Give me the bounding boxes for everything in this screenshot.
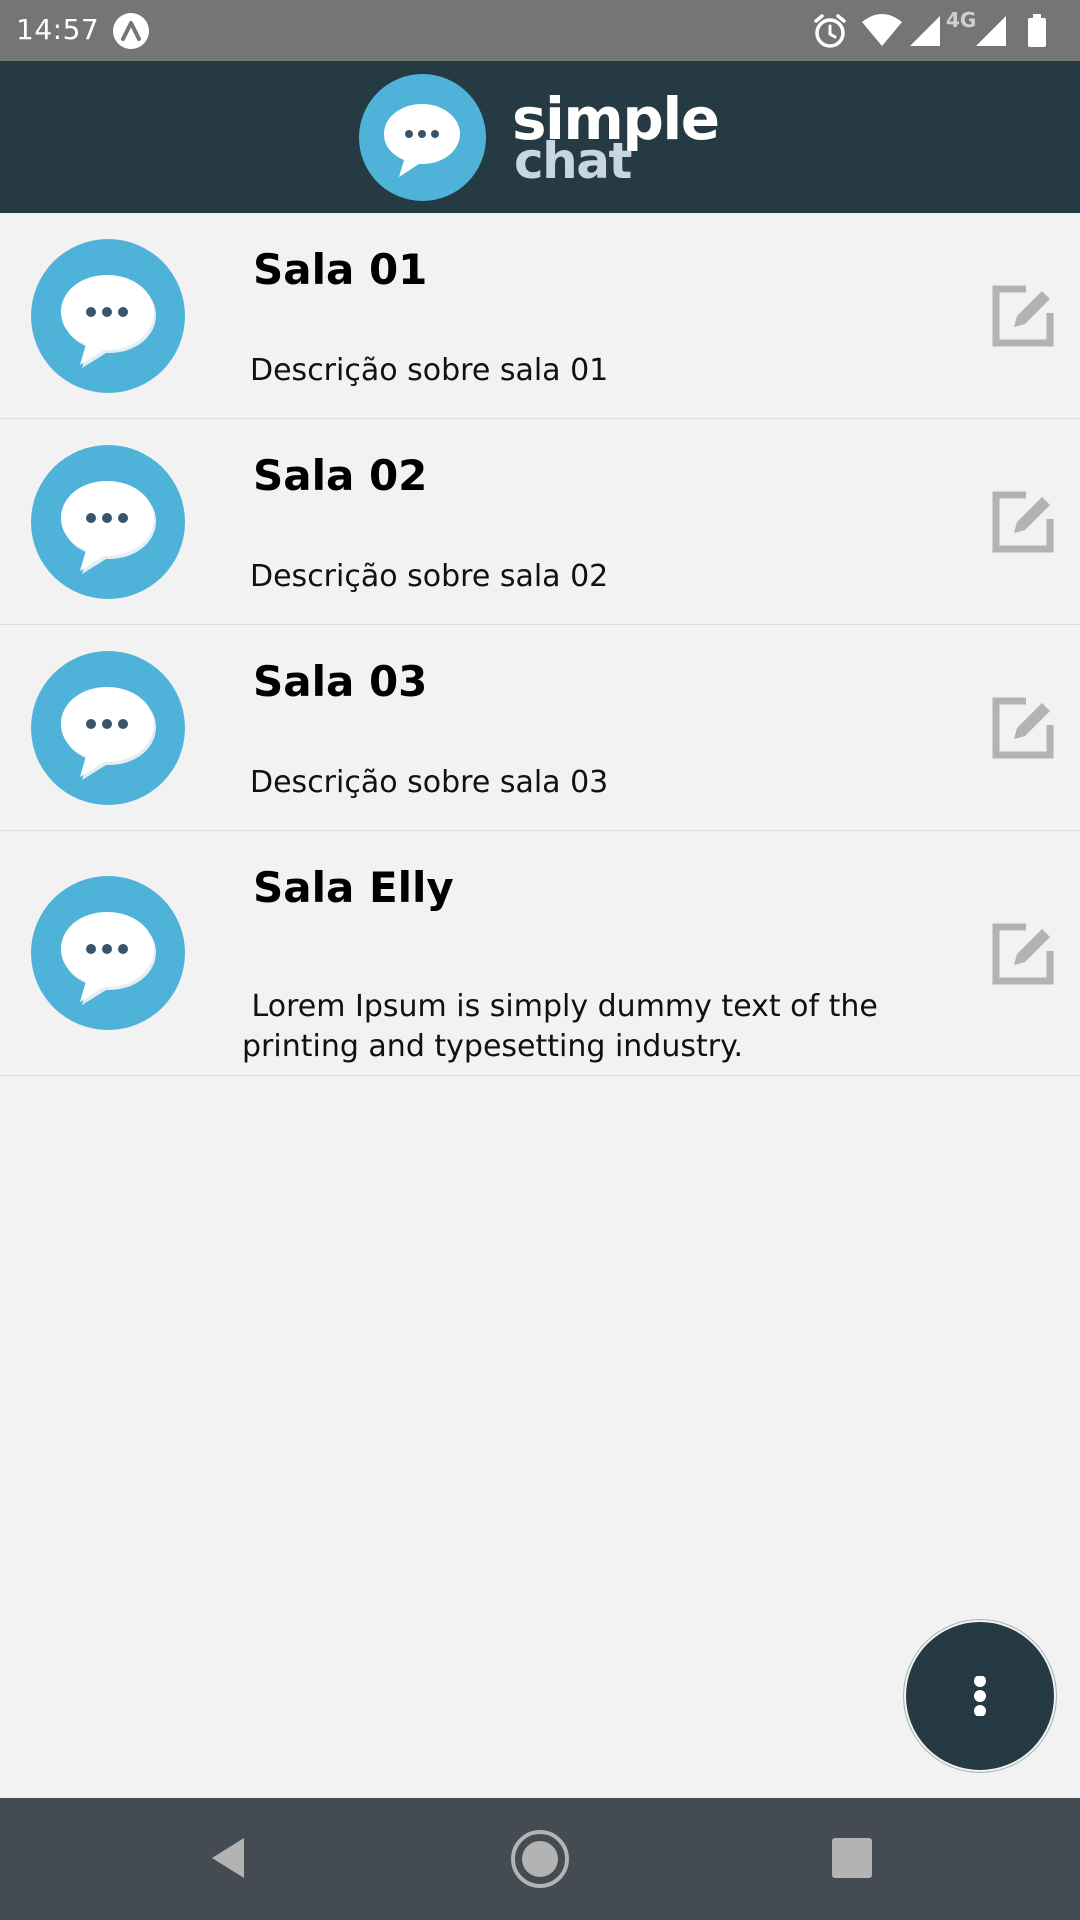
status-icons: 4G xyxy=(812,8,1062,52)
home-icon[interactable] xyxy=(509,1828,571,1890)
edit-icon[interactable] xyxy=(990,489,1056,555)
more-vertical-icon xyxy=(974,1676,986,1716)
edit-icon[interactable] xyxy=(990,283,1056,349)
cell-signal-icon xyxy=(976,16,1006,46)
room-description: Lorem Ipsum is simply dummy text of the … xyxy=(242,989,888,1064)
room-title: Sala 01 xyxy=(253,245,428,294)
status-bar: 14:57 4G xyxy=(0,0,1080,61)
room-title: Sala Elly xyxy=(253,863,454,912)
room-item[interactable]: Sala Elly Lorem Ipsum is simply dummy te… xyxy=(0,831,1080,1076)
room-description: Descrição sobre sala 03 xyxy=(250,765,609,800)
room-item[interactable]: Sala 02 Descrição sobre sala 02 xyxy=(0,419,1080,625)
chat-bubble-icon xyxy=(31,239,185,393)
chat-bubble-icon xyxy=(31,876,185,1030)
chat-bubble-icon xyxy=(31,651,185,805)
room-description: Descrição sobre sala 01 xyxy=(250,353,609,388)
room-title: Sala 03 xyxy=(253,657,428,706)
app-bar: simple chat xyxy=(0,61,1080,213)
chat-bubble-logo-icon xyxy=(359,74,486,201)
chat-bubble-icon xyxy=(31,445,185,599)
room-list: Sala 01 Descrição sobre sala 01 Sala 02 … xyxy=(0,213,1080,1076)
wifi-icon xyxy=(862,14,902,46)
app-notification-icon xyxy=(113,13,149,49)
recents-icon[interactable] xyxy=(830,1828,874,1888)
room-item[interactable]: Sala 01 Descrição sobre sala 01 xyxy=(0,213,1080,419)
logo-word-chat: chat xyxy=(514,132,632,190)
back-icon[interactable] xyxy=(200,1828,260,1888)
room-item[interactable]: Sala 03 Descrição sobre sala 03 xyxy=(0,625,1080,831)
navigation-bar xyxy=(0,1798,1080,1920)
status-time: 14:57 xyxy=(16,13,100,46)
more-options-button[interactable] xyxy=(904,1620,1056,1772)
app-logo-text: simple chat xyxy=(512,87,732,197)
network-type-label: 4G xyxy=(946,8,977,32)
edit-icon[interactable] xyxy=(990,921,1056,987)
room-title: Sala 02 xyxy=(253,451,428,500)
room-description: Descrição sobre sala 02 xyxy=(250,559,609,594)
cell-signal-icon xyxy=(910,16,940,46)
alarm-icon xyxy=(814,14,846,48)
edit-icon[interactable] xyxy=(990,695,1056,761)
battery-icon xyxy=(1028,14,1046,47)
